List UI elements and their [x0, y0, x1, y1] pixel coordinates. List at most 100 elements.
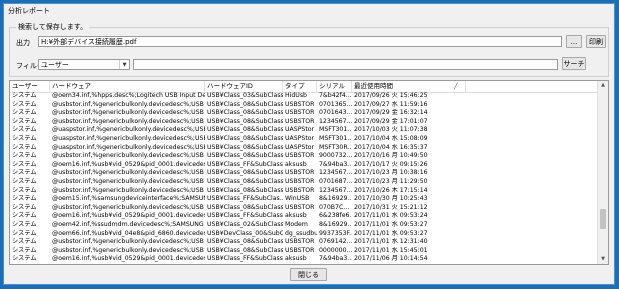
scroll-down-icon[interactable]: ▼ [598, 255, 608, 264]
table-cell: システム [12, 229, 37, 237]
table-cell: USB¥Class_08&SubClass... [207, 203, 283, 211]
column-header-serial[interactable]: シリアル [317, 81, 352, 92]
table-cell: 2017/09/26 火 15:46:25 [354, 92, 428, 99]
table-row[interactable]: システム @usbstor.inf,%genericbulkonly.device… [10, 118, 598, 127]
table-cell: USB¥Class_08&SubClass... [207, 186, 283, 194]
table-row[interactable]: システム @usbstor.inf,%genericbulkonly.device… [10, 204, 598, 213]
table-cell: USB¥Class_08&SubClass... [207, 126, 283, 134]
table-cell: USBSTOR [285, 100, 315, 108]
table-row[interactable]: システム@oem16.inf,%usb¥vid_0529&pid_0001.de… [10, 264, 598, 265]
table-cell: @usbstor.inf,%genericbulkonly.devicedesc… [52, 178, 205, 185]
table-cell: USB¥Class_08&SubClass... [207, 109, 283, 117]
table-cell: 2017/10/26 木 17:15:14 [354, 186, 428, 194]
table-cell: aksusb [283, 264, 317, 265]
table-row[interactable]: システム@oem16.inf,%usb¥vid_0529&pid_0001.de… [10, 255, 598, 264]
table-cell: 1234567... [319, 186, 352, 194]
table-cell: 2017/10/04 水 16:35:37 [354, 143, 428, 151]
table-row[interactable]: システム @usbstor.inf,%genericbulkonly.device… [10, 152, 598, 161]
table-row[interactable]: システム @oem15.inf,%samsungdeviceinterface%;… [10, 195, 598, 204]
filter-select[interactable]: ユーザー ▼ [38, 59, 130, 70]
table-row[interactable]: システム @usbstor.inf,%genericbulkonly.device… [10, 178, 598, 187]
table-cell: @oem16.inf,%usb¥vid_0529&pid_0001.device… [52, 255, 205, 263]
table-cell: @uaspstor.inf,%genericbulkonly.devicedes… [52, 143, 205, 151]
table-cell: @oem16.inf,%usb¥vid_0529&pid_0001.device… [52, 160, 205, 168]
vertical-scrollbar[interactable]: ▲ ▼ [597, 81, 608, 264]
table-cell: USB¥Class_08&SubClass... [207, 143, 283, 151]
table-cell: MSFT30R... [319, 143, 352, 151]
table-row[interactable]: システム @oem66.inf,%usb¥vid_04e8&pid_6860.de… [10, 230, 598, 239]
table-cell: システム [12, 203, 37, 211]
table-cell: USB¥Class_08&SubClass... [207, 135, 283, 142]
table-cell: UASPStor [285, 135, 315, 142]
browse-button[interactable]: ... [566, 35, 582, 48]
table-cell: 2017/10/23 月 11:29:50 [354, 178, 428, 185]
table-cell: 2017/10/31 火 15:21:12 [354, 203, 428, 211]
table-row[interactable]: システム @usbstor.inf,%genericbulkonly.device… [10, 247, 598, 256]
table-cell: 070B7C... [319, 203, 350, 211]
table-row[interactable]: システム @usbstor.inf,%genericbulkonly.device… [10, 101, 598, 110]
chevron-down-icon[interactable]: ▼ [119, 60, 129, 69]
table-cell: 0701643... [319, 109, 352, 117]
table-cell: 6&238fe6... [319, 212, 352, 220]
table-cell: 2017/11/01 水 09:53:27 [354, 229, 428, 237]
table-cell: 7&94ba3... [317, 264, 352, 265]
device-history-table[interactable]: ユーザー ハードウェア ハードウェアID タイプ シリアル 最近使用時間 ╱ シ… [9, 80, 609, 265]
table-cell: 7&94ba3... [319, 160, 352, 168]
table-cell: Modem [285, 221, 308, 228]
table-cell: 9937353F... [319, 229, 352, 237]
output-label: 出力 [16, 39, 30, 47]
column-header-hardware-id[interactable]: ハードウェアID [205, 81, 283, 92]
table-row[interactable]: システム @oem34.inf,%hpps.desc%;Logitech USB … [10, 92, 598, 101]
search-button[interactable]: サーチ [562, 57, 586, 70]
close-button[interactable]: 閉じる [290, 268, 327, 281]
table-cell: システム [12, 100, 37, 108]
table-cell: システム [12, 126, 37, 134]
table-cell: USB¥Class_08&SubClass... [207, 117, 283, 125]
table-cell: 2017/11/01 水 09:53:27 [354, 221, 428, 228]
table-cell: aksusb [285, 160, 307, 168]
table-cell: @usbstor.inf,%genericbulkonly.devicedesc… [52, 203, 205, 211]
column-header-user[interactable]: ユーザー [10, 81, 50, 92]
table-cell: システム [12, 212, 37, 220]
table-cell: @usbstor.inf,%genericbulkonly.devicedesc… [52, 100, 205, 108]
column-header-type[interactable]: タイプ [283, 81, 317, 92]
scrollbar-thumb[interactable] [600, 209, 606, 229]
table-row[interactable]: システム @oem42.inf,%ssudmdm.devicedesc%;SAMS… [10, 221, 598, 230]
column-header-hardware[interactable]: ハードウェア [50, 81, 205, 92]
table-cell: @usbstor.inf,%genericbulkonly.devicedesc… [52, 238, 205, 246]
table-cell: 2017/11/06 月 10:14:54 [354, 255, 428, 263]
table-row[interactable]: システム @uaspstor.inf,%genericbulkonly.devic… [10, 135, 598, 144]
table-cell: USBSTOR [285, 109, 315, 117]
scroll-up-icon[interactable]: ▲ [598, 81, 608, 90]
output-path-field[interactable]: H:¥外部デバイス接続履歴.pdf [38, 36, 562, 47]
table-row[interactable]: システム @usbstor.inf,%genericbulkonly.device… [10, 109, 598, 118]
table-cell: USB¥DevClass_00&SubCl... [207, 229, 283, 237]
table-cell: 0701365... [319, 100, 352, 108]
table-cell: 2017/11/06 月 10:23:36 [352, 264, 466, 265]
table-row[interactable]: システム @usbstor.inf,%genericbulkonly.device… [10, 169, 598, 178]
table-cell: システム [12, 135, 37, 142]
table-cell: USB¥Class_FF&SubClass... [207, 212, 283, 220]
window-title: 分析レポート [8, 7, 50, 15]
table-row[interactable]: システム@oem16.inf,%usb¥vid_0529&pid_0001.de… [10, 212, 598, 221]
column-header-last-used[interactable]: 最近使用時間 [352, 81, 466, 92]
table-row[interactable]: システム @usbstor.inf,%genericbulkonly.device… [10, 238, 598, 247]
table-cell: 8&16929... [319, 195, 352, 203]
table-row[interactable]: システム@oem16.inf,%usb¥vid_0529&pid_0001.de… [10, 161, 598, 170]
table-row[interactable]: システム @uaspstor.inf,%genericbulkonly.devic… [10, 144, 598, 153]
table-cell: システム [12, 246, 37, 254]
table-cell: USB¥Class_FF&SubClass... [207, 255, 283, 263]
table-cell: USBSTOR [285, 117, 315, 125]
print-button[interactable]: 印刷 [586, 35, 606, 48]
table-cell: @oem42.inf,%ssudmdm.devicedesc%;SAMSUNG … [52, 221, 205, 228]
table-cell: 8&16929... [319, 221, 352, 228]
table-row[interactable]: システム @usbstor.inf,%genericbulkonly.device… [10, 187, 598, 196]
table-cell: 2017/10/04 水 15:08:09 [354, 135, 428, 142]
table-cell: USBSTOR [285, 169, 315, 177]
table-row[interactable]: システム @uaspstor.inf,%genericbulkonly.devic… [10, 126, 598, 135]
table-cell: USB¥Class_03&SubClass... [207, 92, 283, 99]
table-cell: システム [12, 152, 37, 160]
table-cell: 2017/10/16 月 10:49:50 [354, 152, 428, 160]
filter-text-input[interactable] [133, 59, 558, 70]
table-cell: MSFT301... [319, 135, 352, 142]
